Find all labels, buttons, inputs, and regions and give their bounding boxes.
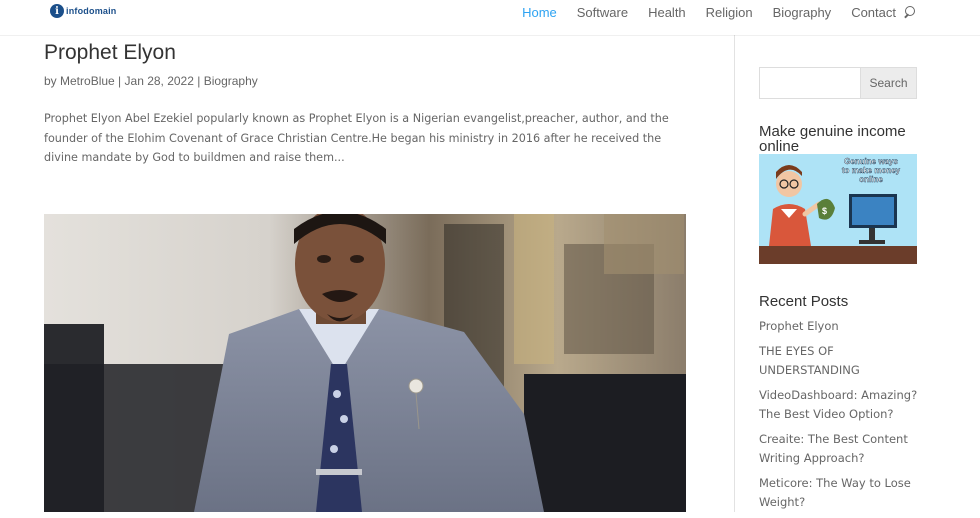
sidebar: Search Make genuine income online $ Genu… <box>759 67 919 518</box>
site-logo[interactable]: i infodomain <box>50 4 117 18</box>
sidebar-divider <box>734 35 735 512</box>
recent-post-link[interactable]: Meticore: The Way to Lose Weight? <box>759 474 919 513</box>
nav-item-home[interactable]: Home <box>512 6 567 20</box>
nav-item-religion[interactable]: Religion <box>696 6 763 20</box>
recent-post-link[interactable]: Creaite: The Best Content Writing Approa… <box>759 430 919 469</box>
search-button[interactable]: Search <box>860 67 917 99</box>
post-excerpt: Prophet Elyon Abel Ezekiel popularly kno… <box>44 112 669 164</box>
recent-post-link[interactable]: THE EYES OF UNDERSTANDING <box>759 342 919 381</box>
post-meta: by MetroBlue | Jan 28, 2022 | Biography <box>44 74 689 88</box>
recent-posts-list: Prophet Elyon THE EYES OF UNDERSTANDING … <box>759 317 919 513</box>
recent-post-link[interactable]: VideoDashboard: Amazing? The Best Video … <box>759 386 919 425</box>
main-content: Prophet Elyon by MetroBlue | Jan 28, 202… <box>44 40 689 179</box>
nav-item-health[interactable]: Health <box>638 6 696 20</box>
search-icon[interactable] <box>902 6 916 20</box>
portrait-photo <box>44 214 686 512</box>
meta-separator: | <box>114 74 125 88</box>
recent-posts-title: Recent Posts <box>759 293 849 310</box>
meta-by: by <box>44 74 61 88</box>
post-author[interactable]: MetroBlue <box>60 74 115 88</box>
search-input[interactable] <box>759 67 860 99</box>
nav-item-software[interactable]: Software <box>567 6 638 20</box>
svg-text:$: $ <box>822 206 827 216</box>
featured-image[interactable] <box>44 214 686 512</box>
ad-text-line1: Genuine ways <box>844 157 898 166</box>
money-online-illustration: $ Genuine ways to make money online <box>759 154 917 264</box>
logo-text: infodomain <box>66 6 117 16</box>
nav-item-contact[interactable]: Contact <box>841 6 906 20</box>
post-title[interactable]: Prophet Elyon <box>44 40 689 66</box>
logo-icon: i <box>50 4 64 18</box>
sidebar-search: Search <box>759 67 919 99</box>
ad-widget-title: Make genuine income online <box>759 123 906 155</box>
ad-banner[interactable]: $ Genuine ways to make money online <box>759 154 917 264</box>
post-date: Jan 28, 2022 <box>124 74 194 88</box>
nav-item-biography[interactable]: Biography <box>763 6 842 20</box>
post-category[interactable]: Biography <box>204 74 258 88</box>
site-header: i infodomain Home Software Health Religi… <box>0 0 980 35</box>
meta-separator: | <box>193 74 204 88</box>
ad-text-line3: online <box>859 175 883 184</box>
main-nav: Home Software Health Religion Biography … <box>512 6 906 20</box>
recent-post-link[interactable]: Prophet Elyon <box>759 317 919 337</box>
ad-text-line2: to make money <box>842 166 901 175</box>
